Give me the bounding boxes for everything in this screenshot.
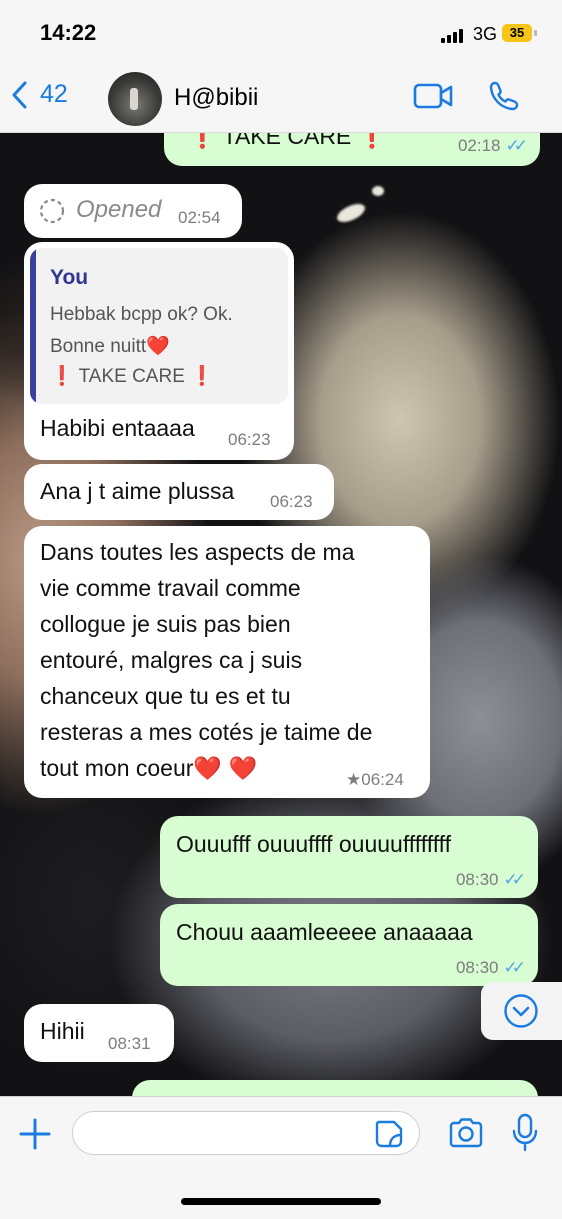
message-time: 06:23 — [228, 430, 271, 449]
view-once-opened-icon — [39, 198, 65, 224]
sticker-icon — [375, 1120, 403, 1148]
quote-text-line: Bonne nuitt❤️ — [50, 336, 170, 357]
read-receipt-icon: ✓✓ — [503, 958, 526, 977]
status-time: 14:22 — [40, 20, 97, 45]
avatar-figure — [130, 88, 138, 110]
message-text: Habibi entaaaa — [40, 415, 195, 441]
message-input[interactable] — [72, 1111, 420, 1155]
message-time: 06:24 — [361, 770, 404, 789]
message-meta: 08:30 ✓✓ — [455, 958, 526, 978]
battery-icon: 35 — [502, 24, 532, 42]
message-time: 08:31 — [108, 1034, 151, 1053]
quote-text-line: Hebbak bcpp ok? Ok. — [50, 304, 233, 325]
chat-header: 42 H@bibii — [0, 64, 562, 133]
back-button[interactable]: 42 — [12, 80, 68, 109]
message-meta: ★06:24 — [346, 770, 404, 790]
video-camera-icon — [413, 83, 453, 109]
avatar[interactable] — [108, 72, 162, 126]
message-bubble-incoming[interactable]: Dans toutes les aspects de ma vie comme … — [24, 526, 430, 798]
message-text-line: chanceux que tu es et tu — [40, 683, 291, 709]
voice-note-button[interactable] — [512, 1113, 538, 1158]
message-text: Chouu aaamleeeee anaaaaa — [176, 919, 473, 945]
quote-bar — [30, 248, 36, 404]
message-text-line: Dans toutes les aspects de ma — [40, 539, 355, 565]
network-type: 3G — [473, 24, 498, 44]
message-bubble-incoming[interactable]: Ana j t aime plussa 06:23 — [24, 464, 334, 520]
contact-name[interactable]: H@bibii — [174, 84, 258, 112]
message-meta: 02:18 ✓✓ — [457, 136, 528, 156]
status-bar: 14:22 3G 35 — [0, 0, 562, 64]
read-receipt-icon: ✓✓ — [505, 136, 528, 155]
quoted-message[interactable]: You Hebbak bcpp ok? Ok. Bonne nuitt❤️ ❗ … — [30, 248, 288, 404]
message-time: 06:23 — [270, 492, 313, 511]
signal-icon — [441, 27, 463, 43]
quote-text-line: ❗ TAKE CARE ❗ — [50, 366, 214, 387]
message-bubble-outgoing[interactable]: Ouuufff ouuuffff ouuuuffffffff 08:30 ✓✓ — [160, 816, 538, 898]
opened-view-once-bubble[interactable]: Opened 02:54 — [24, 184, 242, 238]
camera-icon — [449, 1118, 483, 1148]
starred-icon: ★ — [346, 770, 362, 789]
quote-author: You — [50, 266, 89, 289]
message-time: 02:18 — [457, 136, 501, 155]
message-text: Ana j t aime plussa — [40, 478, 235, 504]
message-bubble-outgoing[interactable]: Chouu aaamleeeee anaaaaa 08:30 ✓✓ — [160, 904, 538, 986]
message-time: 08:30 — [455, 870, 499, 889]
voice-call-button[interactable] — [488, 80, 520, 117]
chevron-left-icon — [12, 81, 27, 108]
message-bubble-incoming[interactable]: You Hebbak bcpp ok? Ok. Bonne nuitt❤️ ❗ … — [24, 242, 294, 460]
home-indicator — [181, 1198, 381, 1205]
chevron-down-circle-icon — [504, 994, 538, 1028]
sticker-button[interactable] — [374, 1119, 404, 1154]
battery-level: 35 — [509, 25, 525, 40]
message-text-line: vie comme travail comme — [40, 575, 301, 601]
scroll-to-bottom-button[interactable] — [481, 982, 562, 1040]
message-text-line: entouré, malgres ca j suis — [40, 647, 303, 673]
message-text-line: collogue je suis pas bien — [40, 611, 291, 637]
unread-count: 42 — [40, 80, 68, 108]
camera-button[interactable] — [448, 1117, 484, 1154]
message-time: 02:54 — [178, 208, 221, 227]
battery-nub — [534, 30, 537, 36]
attach-button[interactable] — [18, 1117, 52, 1156]
phone-icon — [489, 81, 519, 111]
message-meta: 08:30 ✓✓ — [455, 870, 526, 890]
message-bubble-incoming[interactable]: Hihii 08:31 — [24, 1004, 174, 1062]
message-text-line: resteras a mes cotés je taime de — [40, 719, 373, 745]
message-text-line: tout mon coeur❤️ ❤️ — [40, 755, 258, 781]
microphone-icon — [512, 1113, 538, 1152]
message-text: Hihii — [40, 1018, 85, 1044]
message-time: 08:30 — [455, 958, 499, 977]
video-call-button[interactable] — [413, 82, 453, 115]
plus-icon — [19, 1118, 51, 1150]
opened-label: Opened — [76, 196, 162, 223]
message-text: Ouuufff ouuuffff ouuuuffffffff — [176, 831, 452, 857]
read-receipt-icon: ✓✓ — [503, 870, 526, 889]
